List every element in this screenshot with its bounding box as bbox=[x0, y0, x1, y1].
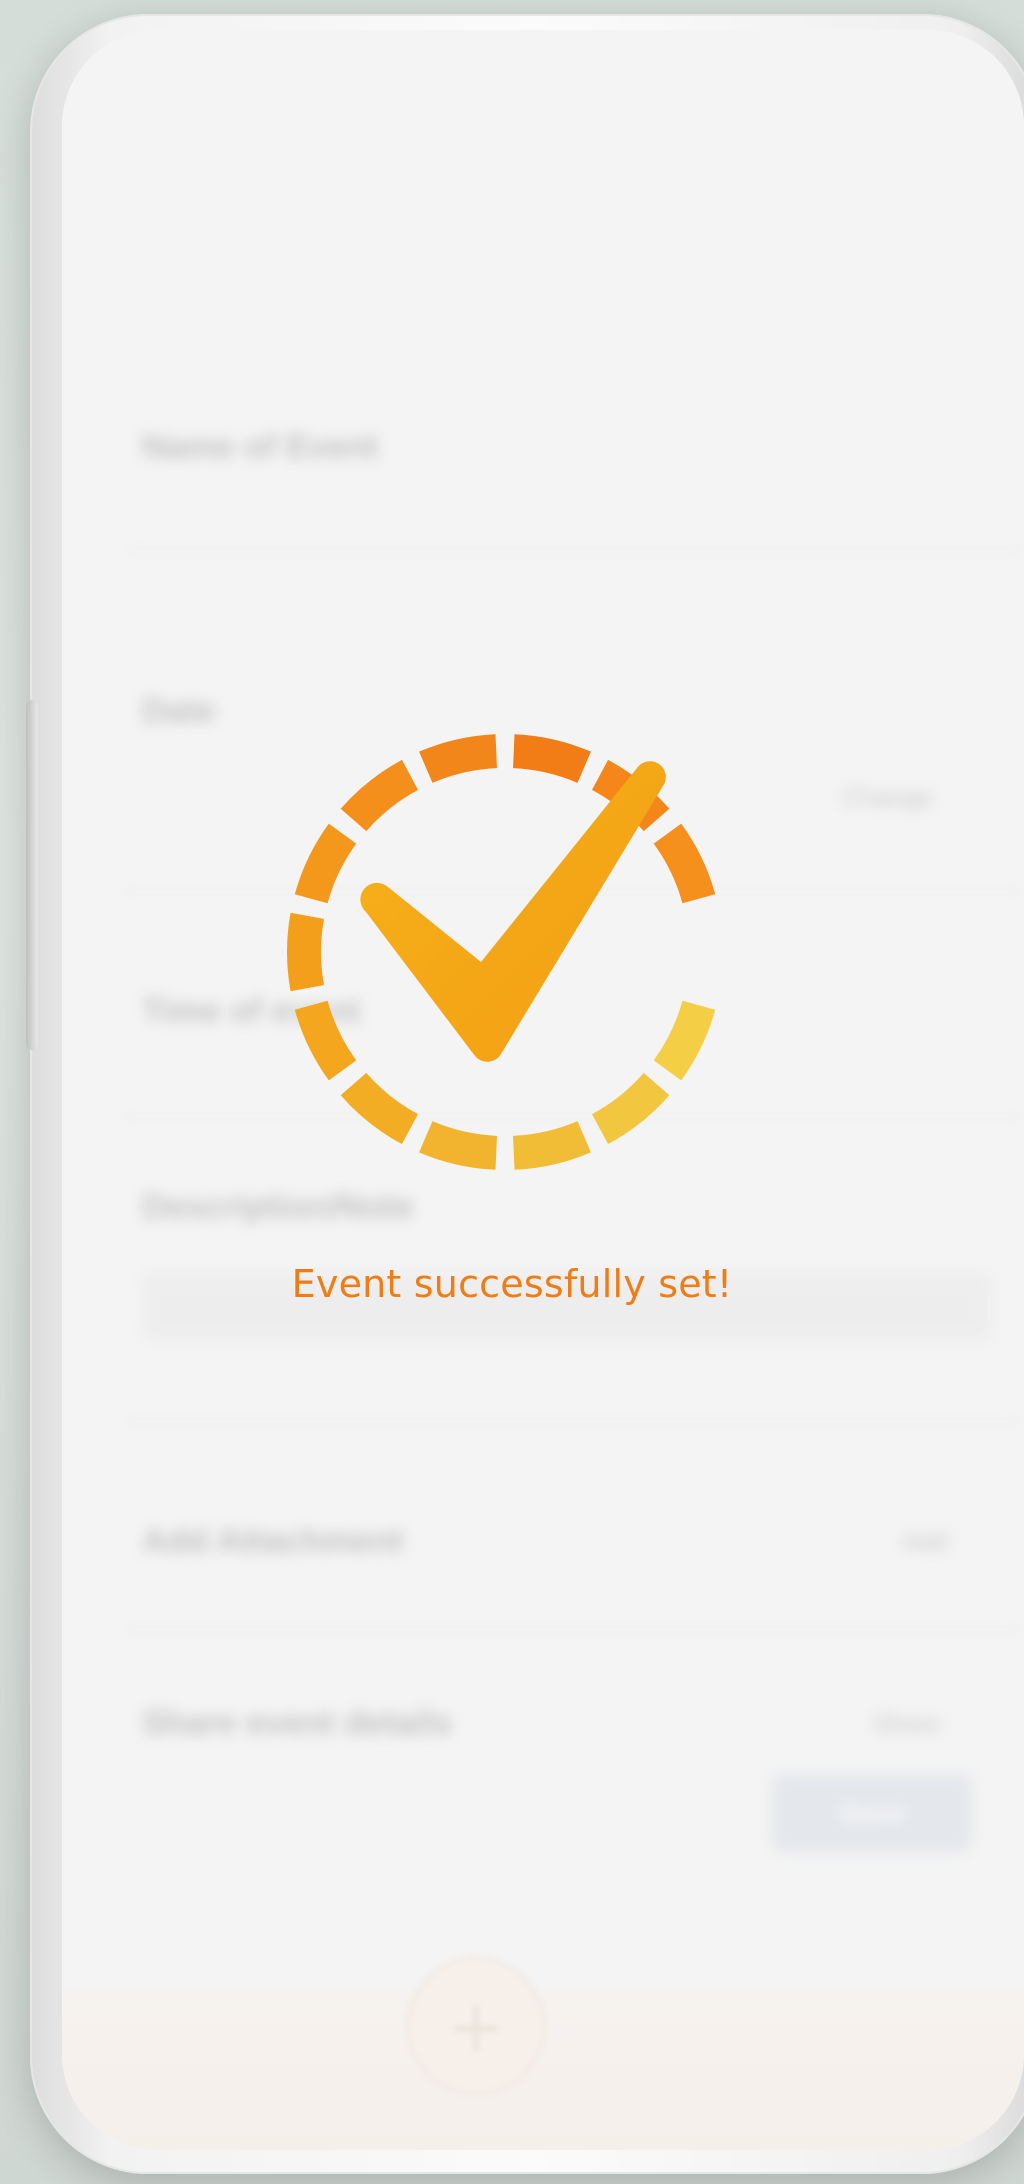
bottom-nav-bar bbox=[62, 1990, 1024, 2150]
ring-segment bbox=[513, 1121, 591, 1170]
ring-segment bbox=[513, 734, 591, 783]
divider bbox=[122, 1420, 1024, 1423]
phone-side-button bbox=[26, 700, 38, 1050]
ring-segment bbox=[294, 823, 357, 904]
date-change-button[interactable]: Change bbox=[842, 782, 933, 813]
divider bbox=[122, 550, 1024, 553]
add-event-fab[interactable]: + bbox=[410, 1960, 542, 2092]
share-label: Share event details bbox=[142, 1704, 452, 1742]
ring-segment bbox=[419, 734, 497, 783]
ring-segment bbox=[287, 912, 324, 992]
ring-segment bbox=[294, 1000, 357, 1081]
ring-segment bbox=[591, 1072, 670, 1145]
ring-segment bbox=[653, 1000, 716, 1081]
success-message: Event successfully set! bbox=[291, 1262, 733, 1306]
save-button[interactable]: Save bbox=[772, 1774, 972, 1852]
checkmark-icon bbox=[360, 761, 666, 1062]
share-button[interactable]: Share bbox=[872, 1708, 941, 1739]
save-button-label: Save bbox=[839, 1797, 905, 1828]
event-name-label: Name of Event bbox=[142, 428, 379, 466]
date-label: Date bbox=[142, 692, 216, 730]
description-label: Description/Note bbox=[142, 1188, 415, 1226]
plus-icon: + bbox=[445, 1984, 507, 2068]
ring-segment bbox=[653, 823, 716, 904]
attachment-label: Add Attachment bbox=[142, 1522, 404, 1560]
ring-segment bbox=[340, 1072, 419, 1145]
divider bbox=[122, 1628, 1024, 1631]
ring-segment bbox=[419, 1121, 497, 1170]
add-attachment-button[interactable]: Add bbox=[902, 1526, 948, 1557]
ring-segment bbox=[340, 759, 419, 832]
check-badge-icon bbox=[287, 734, 716, 1170]
